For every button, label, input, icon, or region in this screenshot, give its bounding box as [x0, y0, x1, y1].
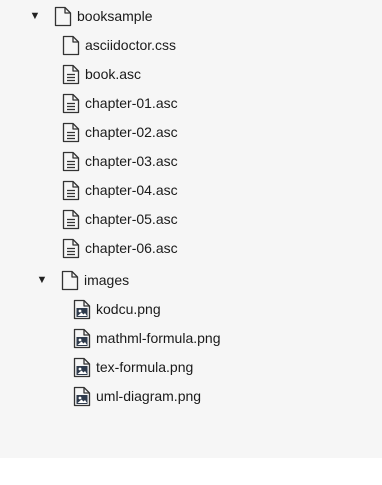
- tree-item-label: tex-formula.png: [96, 359, 194, 375]
- tree-item-file[interactable]: chapter-04.asc: [62, 179, 178, 201]
- image-file-icon: [73, 386, 91, 407]
- tree-item-booksample[interactable]: ▼ booksample: [28, 5, 153, 27]
- folder-icon: [54, 6, 72, 27]
- tree-item-label: chapter-03.asc: [85, 153, 178, 169]
- image-file-icon: [73, 328, 91, 349]
- tree-item-file[interactable]: chapter-05.asc: [62, 208, 178, 230]
- tree-item-label: chapter-01.asc: [85, 95, 178, 111]
- text-file-icon: [62, 180, 80, 201]
- tree-item-label: chapter-02.asc: [85, 124, 178, 140]
- text-file-icon: [62, 238, 80, 259]
- tree-item-file[interactable]: chapter-03.asc: [62, 150, 178, 172]
- tree-item-images-folder[interactable]: ▼ images: [35, 269, 129, 291]
- tree-item-label: uml-diagram.png: [96, 388, 202, 404]
- tree-item-label: kodcu.png: [96, 301, 161, 317]
- file-tree: ▼ booksample asciidoctor.css book.asc ch…: [0, 0, 382, 458]
- expand-toggle-icon[interactable]: ▼: [28, 10, 42, 22]
- tree-item-label: booksample: [77, 8, 153, 24]
- blank-file-icon: [62, 35, 80, 56]
- text-file-icon: [62, 209, 80, 230]
- tree-item-label: images: [84, 272, 130, 288]
- tree-item-image[interactable]: uml-diagram.png: [73, 385, 201, 407]
- tree-item-image[interactable]: mathml-formula.png: [73, 327, 221, 349]
- tree-item-image[interactable]: kodcu.png: [73, 298, 161, 320]
- folder-icon: [61, 270, 79, 291]
- tree-item-label: chapter-04.asc: [85, 182, 178, 198]
- image-file-icon: [73, 299, 91, 320]
- tree-item-file[interactable]: book.asc: [62, 63, 141, 85]
- tree-item-label: asciidoctor.css: [85, 37, 177, 53]
- bottom-panel-edge: [0, 458, 382, 485]
- tree-item-file[interactable]: chapter-02.asc: [62, 121, 178, 143]
- text-file-icon: [62, 93, 80, 114]
- text-file-icon: [62, 64, 80, 85]
- tree-item-image[interactable]: tex-formula.png: [73, 356, 193, 378]
- tree-item-label: book.asc: [85, 66, 142, 82]
- tree-item-label: mathml-formula.png: [96, 330, 221, 346]
- text-file-icon: [62, 122, 80, 143]
- expand-toggle-icon[interactable]: ▼: [35, 274, 49, 286]
- tree-item-label: chapter-05.asc: [85, 211, 178, 227]
- tree-item-file[interactable]: asciidoctor.css: [62, 34, 176, 56]
- tree-item-file[interactable]: chapter-06.asc: [62, 237, 178, 259]
- text-file-icon: [62, 151, 80, 172]
- tree-item-label: chapter-06.asc: [85, 240, 178, 256]
- tree-item-file[interactable]: chapter-01.asc: [62, 92, 178, 114]
- image-file-icon: [73, 357, 91, 378]
